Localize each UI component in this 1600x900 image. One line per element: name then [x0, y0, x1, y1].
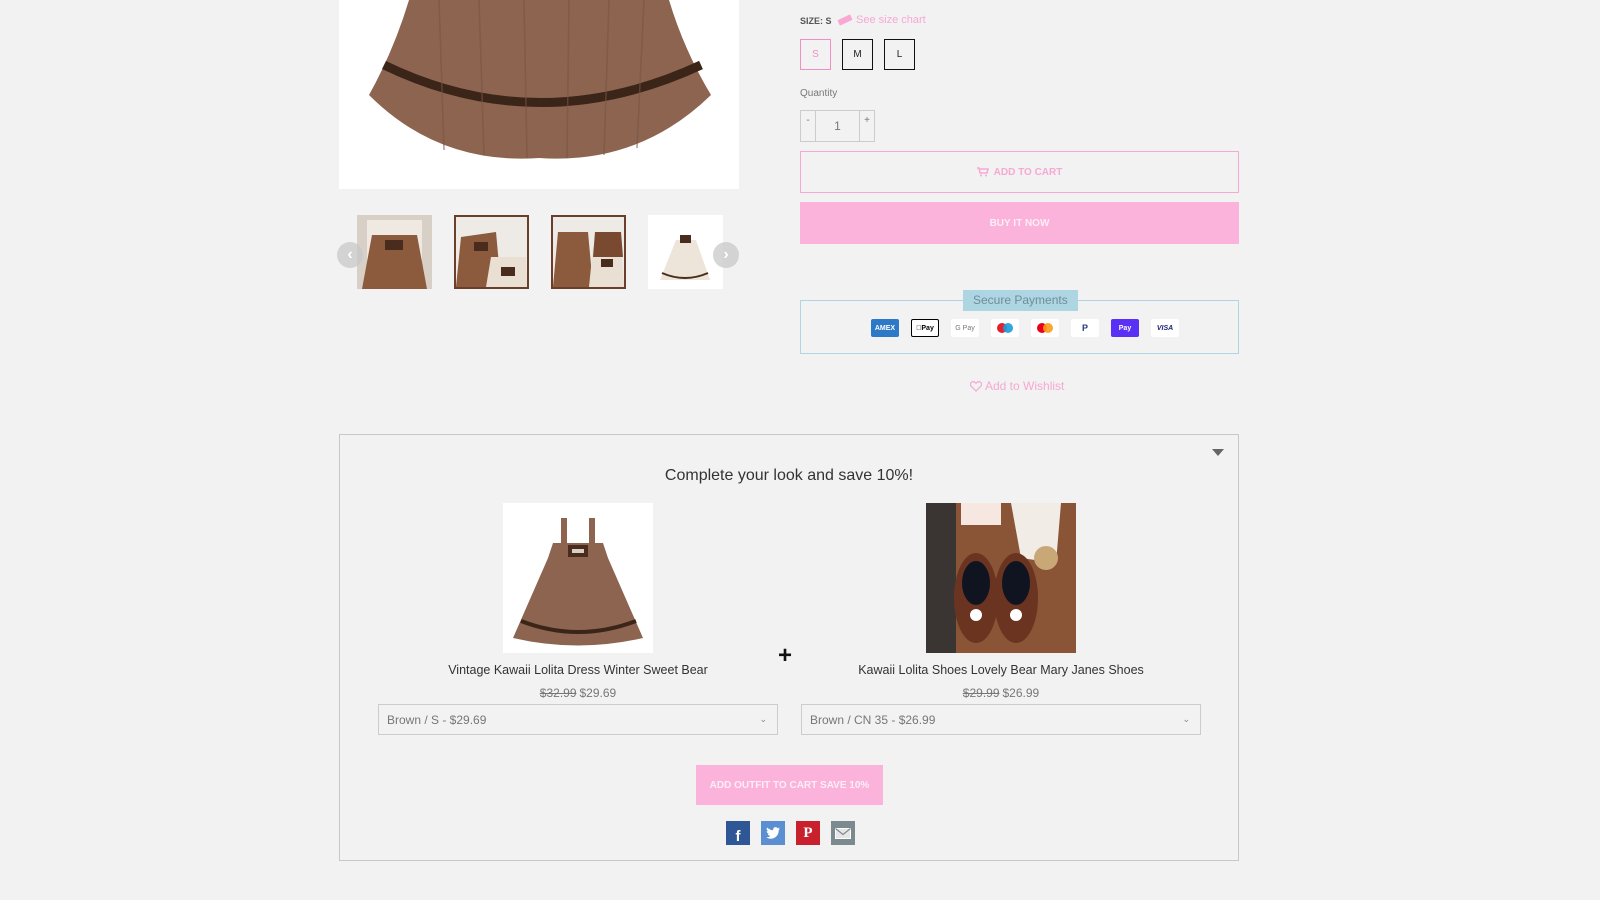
payment-methods: AMEX Pay G Pay P Pay VISA [871, 319, 1179, 337]
thumbnail-image [648, 215, 723, 289]
quantity-label: Quantity [800, 88, 838, 99]
visa-icon: VISA [1151, 319, 1179, 337]
variant-select[interactable]: Brown / CN 35 - $26.99 ⌄ [801, 704, 1201, 735]
buy-now-button[interactable]: BUY IT NOW [800, 202, 1239, 244]
thumbnail-4[interactable] [648, 215, 723, 289]
apple-pay-icon: Pay [911, 319, 939, 337]
size-option-s[interactable]: S [800, 39, 831, 70]
add-to-cart-label: ADD TO CART [993, 166, 1063, 178]
twitter-share-icon[interactable] [761, 821, 785, 845]
bundle-item-price: $32.99 $29.69 [378, 686, 778, 700]
quantity-increase-button[interactable]: + [859, 111, 874, 141]
bundle-item-image[interactable] [926, 503, 1076, 653]
chevron-down-icon: ⌄ [759, 714, 767, 724]
cart-icon [976, 167, 989, 177]
original-price: $32.99 [539, 686, 577, 700]
paypal-icon: P [1071, 319, 1099, 337]
size-option-m[interactable]: M [842, 39, 873, 70]
facebook-share-icon[interactable]: f [726, 821, 750, 845]
bundle-section: Complete your look and save 10%! Vintage… [339, 434, 1239, 861]
size-option-l[interactable]: L [884, 39, 915, 70]
prev-thumbnail-button[interactable]: ‹ [337, 242, 363, 268]
shop-pay-icon: Pay [1111, 319, 1139, 337]
collapse-toggle-icon[interactable] [1212, 449, 1224, 456]
dress-image [513, 518, 643, 646]
original-price: $29.99 [962, 686, 1000, 700]
thumbnail-image [357, 215, 432, 289]
thumbnail-2[interactable] [454, 215, 529, 289]
variant-select-value: Brown / S - $29.69 [387, 713, 487, 727]
thumbnail-image [553, 217, 624, 287]
secure-payments-title: Secure Payments [963, 290, 1078, 311]
size-label: SIZE: S [800, 16, 832, 26]
amex-icon: AMEX [871, 319, 899, 337]
quantity-decrease-button[interactable]: - [801, 111, 816, 141]
maestro-icon [991, 319, 1019, 337]
bundle-item-shoes: Kawaii Lolita Shoes Lovely Bear Mary Jan… [801, 503, 1201, 735]
bundle-item-name[interactable]: Kawaii Lolita Shoes Lovely Bear Mary Jan… [801, 663, 1201, 677]
next-thumbnail-button[interactable]: › [713, 242, 739, 268]
size-chart-link[interactable]: See size chart [837, 14, 926, 26]
bundle-title: Complete your look and save 10%! [664, 467, 914, 484]
google-pay-icon: G Pay [951, 319, 979, 337]
thumbnail-image [456, 217, 527, 287]
add-to-wishlist-link[interactable]: Add to Wishlist [970, 379, 1064, 393]
variant-select[interactable]: Brown / S - $29.69 ⌄ [378, 704, 778, 735]
chevron-left-icon: ‹ [347, 246, 353, 263]
shoes-image [926, 503, 1076, 653]
add-to-cart-button[interactable]: ADD TO CART [800, 151, 1239, 193]
variant-select-value: Brown / CN 35 - $26.99 [810, 713, 936, 727]
bundle-item-price: $29.99 $26.99 [801, 686, 1201, 700]
quantity-stepper: - 1 + [800, 110, 875, 142]
heart-icon [970, 380, 982, 392]
dress-skirt-image [369, 0, 711, 159]
mastercard-icon [1031, 319, 1059, 337]
quantity-input[interactable]: 1 [816, 111, 859, 141]
pinterest-share-icon[interactable]: P [796, 821, 820, 845]
wishlist-label: Add to Wishlist [985, 379, 1065, 393]
bundle-item-name[interactable]: Vintage Kawaii Lolita Dress Winter Sweet… [378, 663, 778, 677]
size-chart-link-text: See size chart [856, 14, 926, 26]
ruler-icon [837, 14, 853, 26]
email-share-icon[interactable] [831, 821, 855, 845]
bundle-item-image[interactable] [503, 503, 653, 653]
plus-icon: + [778, 642, 793, 669]
bundle-item-dress: Vintage Kawaii Lolita Dress Winter Sweet… [378, 503, 778, 735]
add-outfit-to-cart-button[interactable]: ADD OUTFIT TO CART SAVE 10% [696, 765, 883, 805]
chevron-down-icon: ⌄ [1182, 714, 1190, 724]
share-buttons: f P [726, 821, 855, 845]
main-product-image[interactable] [339, 0, 739, 189]
sale-price: $29.69 [579, 686, 617, 700]
thumbnail-3[interactable] [551, 215, 626, 289]
thumbnail-1[interactable] [357, 215, 432, 289]
thumbnail-carousel: ‹ › [337, 215, 739, 289]
sale-price: $26.99 [1002, 686, 1040, 700]
chevron-right-icon: › [723, 246, 729, 263]
